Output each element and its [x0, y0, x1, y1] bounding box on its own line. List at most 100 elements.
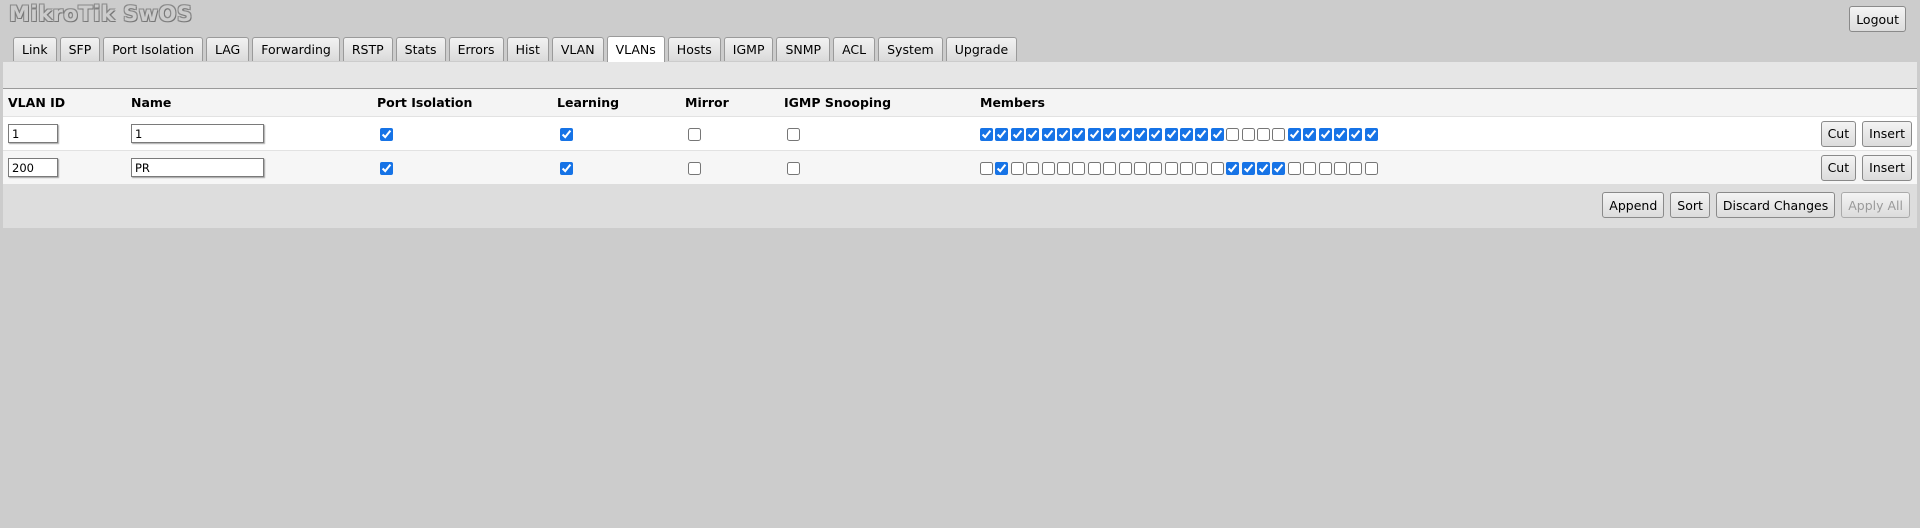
panel-header-strip — [3, 62, 1917, 88]
tab-link[interactable]: Link — [13, 37, 57, 61]
member-port-4-checkbox[interactable] — [1026, 128, 1040, 141]
member-port-16-checkbox[interactable] — [1210, 162, 1224, 175]
member-port-20-checkbox[interactable] — [1272, 162, 1286, 175]
member-port-24-checkbox[interactable] — [1333, 162, 1347, 175]
tab-vlans[interactable]: VLANs — [606, 36, 665, 62]
vlan-id-input[interactable] — [8, 158, 58, 177]
port-isolation-checkbox[interactable] — [380, 162, 393, 175]
member-port-11-checkbox[interactable] — [1133, 162, 1147, 175]
member-port-26-checkbox[interactable] — [1364, 162, 1378, 175]
tab-hosts[interactable]: Hosts — [667, 37, 721, 61]
member-port-21-checkbox[interactable] — [1287, 128, 1301, 141]
member-port-10-checkbox[interactable] — [1118, 162, 1132, 175]
member-port-13-checkbox[interactable] — [1164, 162, 1178, 175]
member-port-5-checkbox[interactable] — [1041, 128, 1055, 141]
member-port-15-checkbox[interactable] — [1195, 128, 1209, 141]
member-port-4-checkbox[interactable] — [1026, 162, 1040, 175]
member-port-2-checkbox[interactable] — [995, 162, 1009, 175]
member-port-6-checkbox[interactable] — [1056, 162, 1070, 175]
member-port-11-checkbox[interactable] — [1133, 128, 1147, 141]
logout-button[interactable]: Logout — [1849, 6, 1906, 32]
tab-hist[interactable]: Hist — [506, 37, 549, 61]
member-port-3-checkbox[interactable] — [1010, 162, 1024, 175]
header-port-isolation: Port Isolation — [372, 88, 552, 117]
member-port-19-checkbox[interactable] — [1257, 128, 1271, 141]
member-port-17-checkbox[interactable] — [1226, 128, 1240, 141]
tab-vlan[interactable]: VLAN — [551, 37, 604, 61]
tab-system[interactable]: System — [878, 37, 943, 61]
header-members: Members — [975, 88, 1807, 117]
member-port-13-checkbox[interactable] — [1164, 128, 1178, 141]
cell-vlan-id — [3, 150, 126, 184]
member-port-8-checkbox[interactable] — [1087, 162, 1101, 175]
cell-port-isolation — [372, 150, 552, 184]
tab-igmp[interactable]: IGMP — [723, 37, 774, 61]
member-port-21-checkbox[interactable] — [1287, 162, 1301, 175]
port-isolation-checkbox[interactable] — [380, 128, 393, 141]
member-port-15-checkbox[interactable] — [1195, 162, 1209, 175]
tab-lag[interactable]: LAG — [205, 37, 250, 61]
member-port-16-checkbox[interactable] — [1210, 128, 1224, 141]
table-row: CutInsert — [3, 150, 1917, 184]
cell-learning — [552, 150, 680, 184]
vlan-id-input[interactable] — [8, 124, 58, 143]
member-port-7-checkbox[interactable] — [1072, 162, 1086, 175]
tab-port-isolation[interactable]: Port Isolation — [103, 37, 203, 61]
member-port-25-checkbox[interactable] — [1349, 162, 1363, 175]
learning-checkbox[interactable] — [560, 128, 573, 141]
member-port-10-checkbox[interactable] — [1118, 128, 1132, 141]
mirror-checkbox[interactable] — [688, 128, 701, 141]
cut-button[interactable]: Cut — [1820, 154, 1857, 181]
tab-sfp[interactable]: SFP — [59, 37, 101, 61]
member-port-22-checkbox[interactable] — [1303, 162, 1317, 175]
member-port-24-checkbox[interactable] — [1333, 128, 1347, 141]
member-port-2-checkbox[interactable] — [995, 128, 1009, 141]
tab-stats[interactable]: Stats — [395, 37, 446, 61]
vlan-name-input[interactable] — [131, 158, 264, 177]
member-port-12-checkbox[interactable] — [1149, 128, 1163, 141]
cell-mirror — [680, 116, 779, 151]
member-port-20-checkbox[interactable] — [1272, 128, 1286, 141]
mirror-checkbox[interactable] — [688, 162, 701, 175]
cell-vlan-id — [3, 116, 126, 151]
member-port-1-checkbox[interactable] — [980, 128, 993, 141]
member-port-22-checkbox[interactable] — [1303, 128, 1317, 141]
insert-button[interactable]: Insert — [1862, 120, 1912, 147]
tab-acl[interactable]: ACL — [833, 37, 876, 61]
member-port-14-checkbox[interactable] — [1180, 128, 1194, 141]
member-port-18-checkbox[interactable] — [1241, 128, 1255, 141]
cut-button[interactable]: Cut — [1820, 120, 1857, 147]
member-port-3-checkbox[interactable] — [1010, 128, 1024, 141]
member-port-17-checkbox[interactable] — [1226, 162, 1240, 175]
discard-changes-button[interactable]: Discard Changes — [1715, 192, 1836, 218]
append-button[interactable]: Append — [1602, 192, 1665, 218]
cell-members — [975, 116, 1807, 151]
learning-checkbox[interactable] — [560, 162, 573, 175]
member-port-9-checkbox[interactable] — [1103, 162, 1117, 175]
member-port-23-checkbox[interactable] — [1318, 128, 1332, 141]
sort-button[interactable]: Sort — [1670, 192, 1710, 218]
tab-forwarding[interactable]: Forwarding — [252, 37, 340, 61]
member-port-12-checkbox[interactable] — [1149, 162, 1163, 175]
tab-errors[interactable]: Errors — [448, 37, 504, 61]
member-port-25-checkbox[interactable] — [1349, 128, 1363, 141]
member-port-1-checkbox[interactable] — [980, 162, 993, 175]
member-port-19-checkbox[interactable] — [1257, 162, 1271, 175]
member-port-6-checkbox[interactable] — [1056, 128, 1070, 141]
insert-button[interactable]: Insert — [1862, 154, 1912, 181]
member-port-23-checkbox[interactable] — [1318, 162, 1332, 175]
member-port-5-checkbox[interactable] — [1041, 162, 1055, 175]
member-port-8-checkbox[interactable] — [1087, 128, 1101, 141]
member-port-26-checkbox[interactable] — [1364, 128, 1378, 141]
vlan-name-input[interactable] — [131, 124, 264, 143]
tab-rstp[interactable]: RSTP — [342, 37, 393, 61]
member-port-7-checkbox[interactable] — [1072, 128, 1086, 141]
member-port-14-checkbox[interactable] — [1180, 162, 1194, 175]
igmp-snooping-checkbox[interactable] — [787, 162, 800, 175]
igmp-snooping-checkbox[interactable] — [787, 128, 800, 141]
tab-upgrade[interactable]: Upgrade — [945, 37, 1018, 61]
member-port-18-checkbox[interactable] — [1241, 162, 1255, 175]
apply-all-button[interactable]: Apply All — [1841, 192, 1910, 218]
member-port-9-checkbox[interactable] — [1103, 128, 1117, 141]
tab-snmp[interactable]: SNMP — [776, 37, 831, 61]
